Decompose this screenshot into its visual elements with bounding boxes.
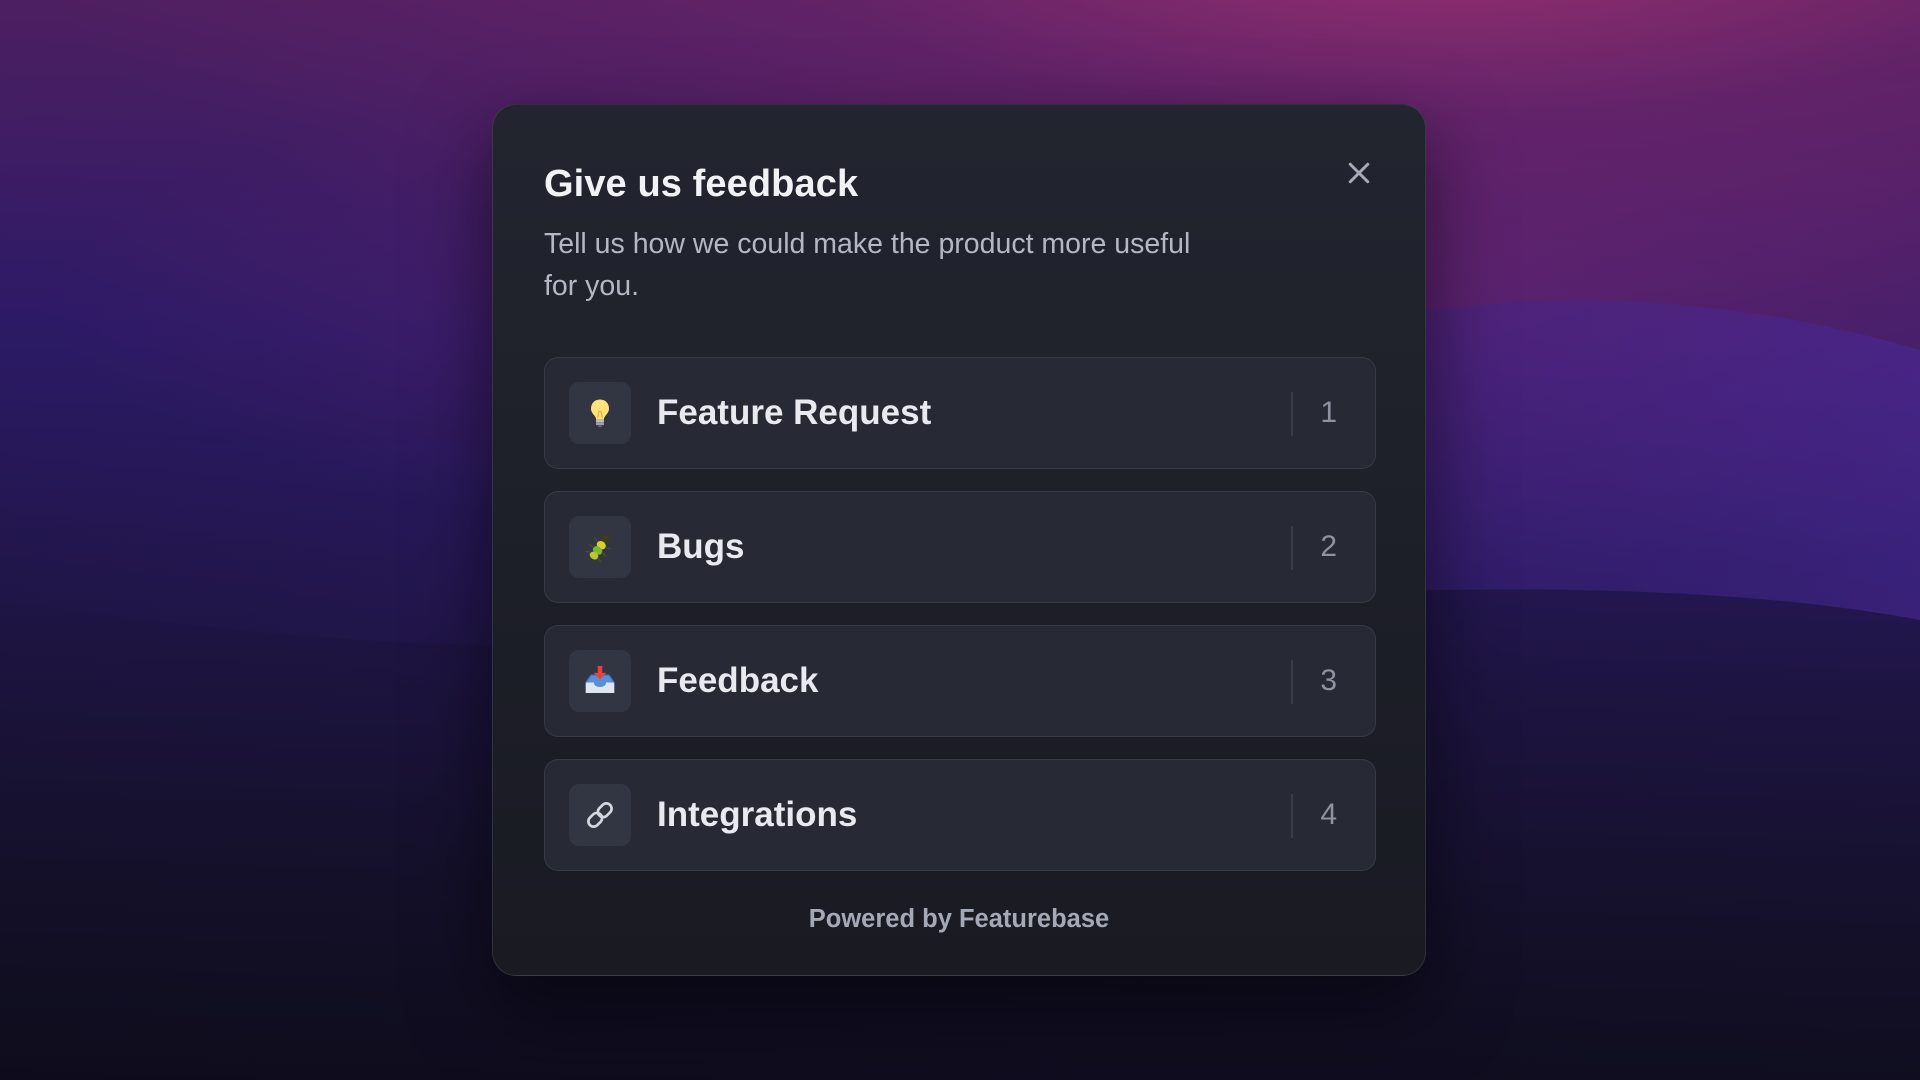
close-icon [1348, 162, 1370, 184]
option-divider [1291, 392, 1293, 436]
option-label: Feedback [657, 661, 819, 700]
option-label: Feature Request [657, 393, 932, 432]
option-label: Bugs [657, 527, 745, 566]
modal-title: Give us feedback [544, 163, 859, 205]
option-divider [1291, 526, 1293, 570]
link-icon [569, 784, 631, 846]
option-feedback[interactable]: Feedback 3 [544, 625, 1376, 737]
modal-subtitle: Tell us how we could make the product mo… [544, 228, 1191, 302]
feedback-options: Feature Request 1 Bugs 2 Feedback 3 Inte… [544, 357, 1376, 893]
close-button[interactable] [1339, 153, 1379, 193]
option-label: Integrations [657, 795, 858, 834]
feedback-modal: Give us feedback Tell us how we could ma… [492, 104, 1426, 976]
powered-by-link[interactable]: Powered by Featurebase [493, 905, 1425, 934]
option-feature-request[interactable]: Feature Request 1 [544, 357, 1376, 469]
option-divider [1291, 794, 1293, 838]
lightbulb-icon [569, 382, 631, 444]
option-divider [1291, 660, 1293, 704]
option-integrations[interactable]: Integrations 4 [544, 759, 1376, 871]
option-shortcut: 3 [1320, 664, 1337, 697]
option-shortcut: 2 [1320, 530, 1337, 563]
option-shortcut: 4 [1320, 798, 1337, 831]
bug-icon [569, 516, 631, 578]
option-shortcut: 1 [1320, 396, 1337, 429]
option-bugs[interactable]: Bugs 2 [544, 491, 1376, 603]
inbox-tray-icon [569, 650, 631, 712]
